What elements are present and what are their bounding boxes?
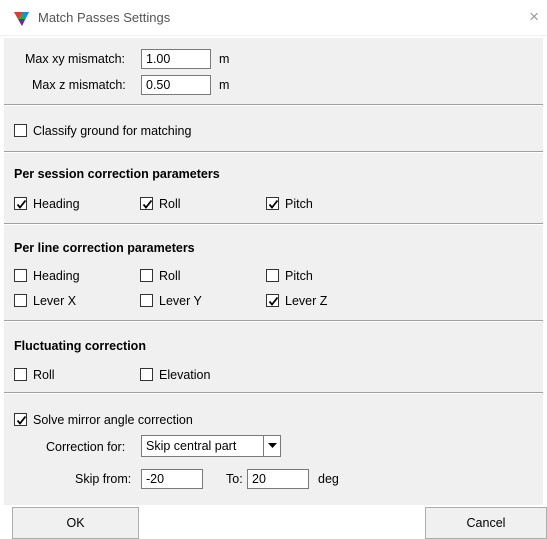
check-icon — [16, 415, 27, 425]
max-xy-unit: m — [219, 52, 230, 66]
session-pitch-label: Pitch — [285, 197, 313, 211]
max-z-unit: m — [219, 78, 230, 92]
line-pitch-label: Pitch — [285, 269, 313, 283]
session-heading-checkbox[interactable] — [14, 197, 27, 210]
ok-button[interactable]: OK — [12, 507, 139, 539]
fluct-elevation-checkbox[interactable] — [140, 368, 153, 381]
close-icon[interactable]: × — [529, 7, 539, 27]
skip-from-input[interactable]: -20 — [141, 469, 203, 489]
window-title: Match Passes Settings — [38, 10, 171, 25]
classify-ground-label: Classify ground for matching — [33, 124, 192, 138]
fluct-roll-checkbox[interactable] — [14, 368, 27, 381]
lever-z-label: Lever Z — [285, 294, 328, 308]
button-bar: OK Cancel — [0, 507, 547, 539]
per-session-header: Per session correction parameters — [14, 167, 220, 181]
lever-x-label: Lever X — [33, 294, 77, 308]
fluctuating-header: Fluctuating correction — [14, 339, 146, 353]
lever-y-checkbox[interactable] — [140, 294, 153, 307]
lever-y-label: Lever Y — [159, 294, 202, 308]
fluct-roll-label: Roll — [33, 368, 55, 382]
max-xy-label: Max xy mismatch: — [25, 52, 126, 66]
to-label: To: — [226, 472, 243, 486]
line-heading-label: Heading — [33, 269, 80, 283]
chevron-down-icon — [268, 443, 277, 448]
to-input[interactable]: 20 — [247, 469, 309, 489]
dropdown-button[interactable] — [263, 436, 280, 456]
session-heading-label: Heading — [33, 197, 80, 211]
per-session-panel — [4, 153, 543, 223]
check-icon — [268, 199, 279, 209]
degree-unit: deg — [318, 472, 339, 486]
session-roll-label: Roll — [159, 197, 181, 211]
session-pitch-checkbox[interactable] — [266, 197, 279, 210]
max-z-input[interactable]: 0.50 — [141, 75, 211, 95]
line-pitch-checkbox[interactable] — [266, 269, 279, 282]
skip-from-label: Skip from: — [75, 472, 132, 486]
check-icon — [142, 199, 153, 209]
solve-mirror-checkbox[interactable] — [14, 413, 27, 426]
classify-ground-checkbox[interactable] — [14, 124, 27, 137]
check-icon — [16, 199, 27, 209]
per-line-header: Per line correction parameters — [14, 241, 195, 255]
cancel-button[interactable]: Cancel — [425, 507, 547, 539]
fluct-elevation-label: Elevation — [159, 368, 211, 382]
title-bar: Match Passes Settings × — [0, 0, 547, 36]
line-roll-checkbox[interactable] — [140, 269, 153, 282]
max-xy-input[interactable]: 1.00 — [141, 49, 211, 69]
correction-for-select[interactable]: Skip central part — [141, 435, 281, 457]
app-triangle-icon — [14, 12, 29, 26]
line-roll-label: Roll — [159, 269, 181, 283]
lever-z-checkbox[interactable] — [266, 294, 279, 307]
tolerance-panel — [4, 38, 543, 104]
session-roll-checkbox[interactable] — [140, 197, 153, 210]
line-heading-checkbox[interactable] — [14, 269, 27, 282]
max-z-label: Max z mismatch: — [32, 78, 126, 92]
lever-x-checkbox[interactable] — [14, 294, 27, 307]
check-icon — [268, 296, 279, 306]
correction-for-value: Skip central part — [146, 439, 237, 453]
solve-mirror-label: Solve mirror angle correction — [33, 413, 193, 427]
fluctuating-panel — [4, 322, 543, 392]
correction-for-label: Correction for: — [46, 440, 126, 454]
